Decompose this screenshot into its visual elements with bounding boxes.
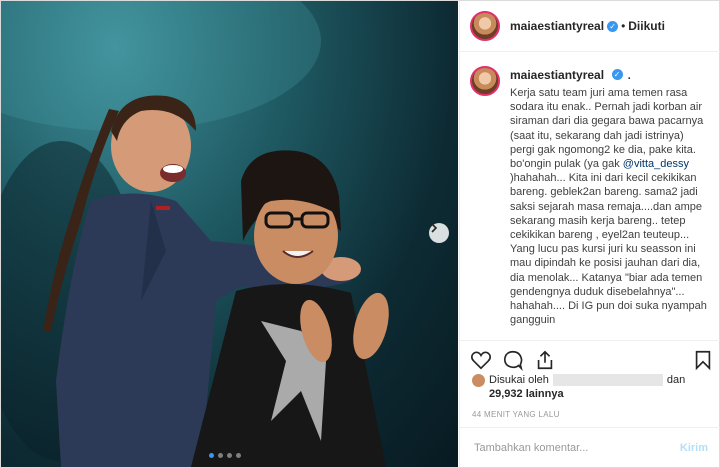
avatar[interactable] [470,11,500,41]
liker-username-redacted [552,374,663,387]
comment-input[interactable] [472,440,680,455]
carousel-dot-3 [227,453,232,458]
post-comment-button[interactable]: Kirim [680,442,708,454]
share-icon[interactable] [534,349,556,371]
caption-text: Kerja satu team juri ama temen rasa soda… [510,86,708,327]
caption-mention-link[interactable]: @vitta_dessy [623,158,689,170]
caption-section: maiaestiantyreal ✓ . Kerja satu team jur… [460,52,720,340]
add-comment-bar: Kirim [460,427,720,467]
header-separator: • [621,19,626,33]
instagram-post: maiaestiantyreal ✓ • Diikuti maiaestiant… [0,0,720,468]
follow-status-button[interactable]: Diikuti [628,19,665,33]
heart-icon[interactable] [470,349,492,371]
carousel-dot-2 [218,453,223,458]
likes-connector: dan [666,374,686,386]
likes-count-link[interactable]: 29,932 lainnya [489,388,564,400]
photo-illustration [1,1,389,467]
post-side-panel: maiaestiantyreal ✓ • Diikuti maiaestiant… [459,1,720,467]
carousel-next-button[interactable] [429,223,449,243]
likes-prefix: Disukai oleh [489,374,549,386]
bookmark-icon[interactable] [692,349,714,371]
carousel-dot-4 [236,453,241,458]
chevron-right-icon [431,223,438,233]
post-photo[interactable] [1,1,458,467]
caption-suffix: . [626,66,632,83]
liker-avatar[interactable] [472,374,485,387]
carousel-dot-1 [209,453,214,458]
post-timestamp[interactable]: 44 MENIT YANG LALU [472,410,560,419]
comment-icon[interactable] [502,349,524,371]
header-username[interactable]: maiaestiantyreal [510,19,604,33]
verified-badge-icon: ✓ [607,20,619,32]
carousel-indicator [209,453,241,458]
post-header: maiaestiantyreal ✓ • Diikuti [460,1,720,52]
verified-badge-icon: ✓ [611,69,623,81]
caption-text-part-2: )hahahah... Kita ini dari kecil cekikika… [510,158,710,327]
post-actions-bar [460,340,720,377]
caption-username[interactable]: maiaestiantyreal [510,68,604,82]
caption-avatar[interactable] [470,66,500,96]
likes-summary: Disukai oleh dan 29,932 lainnya [472,373,685,401]
